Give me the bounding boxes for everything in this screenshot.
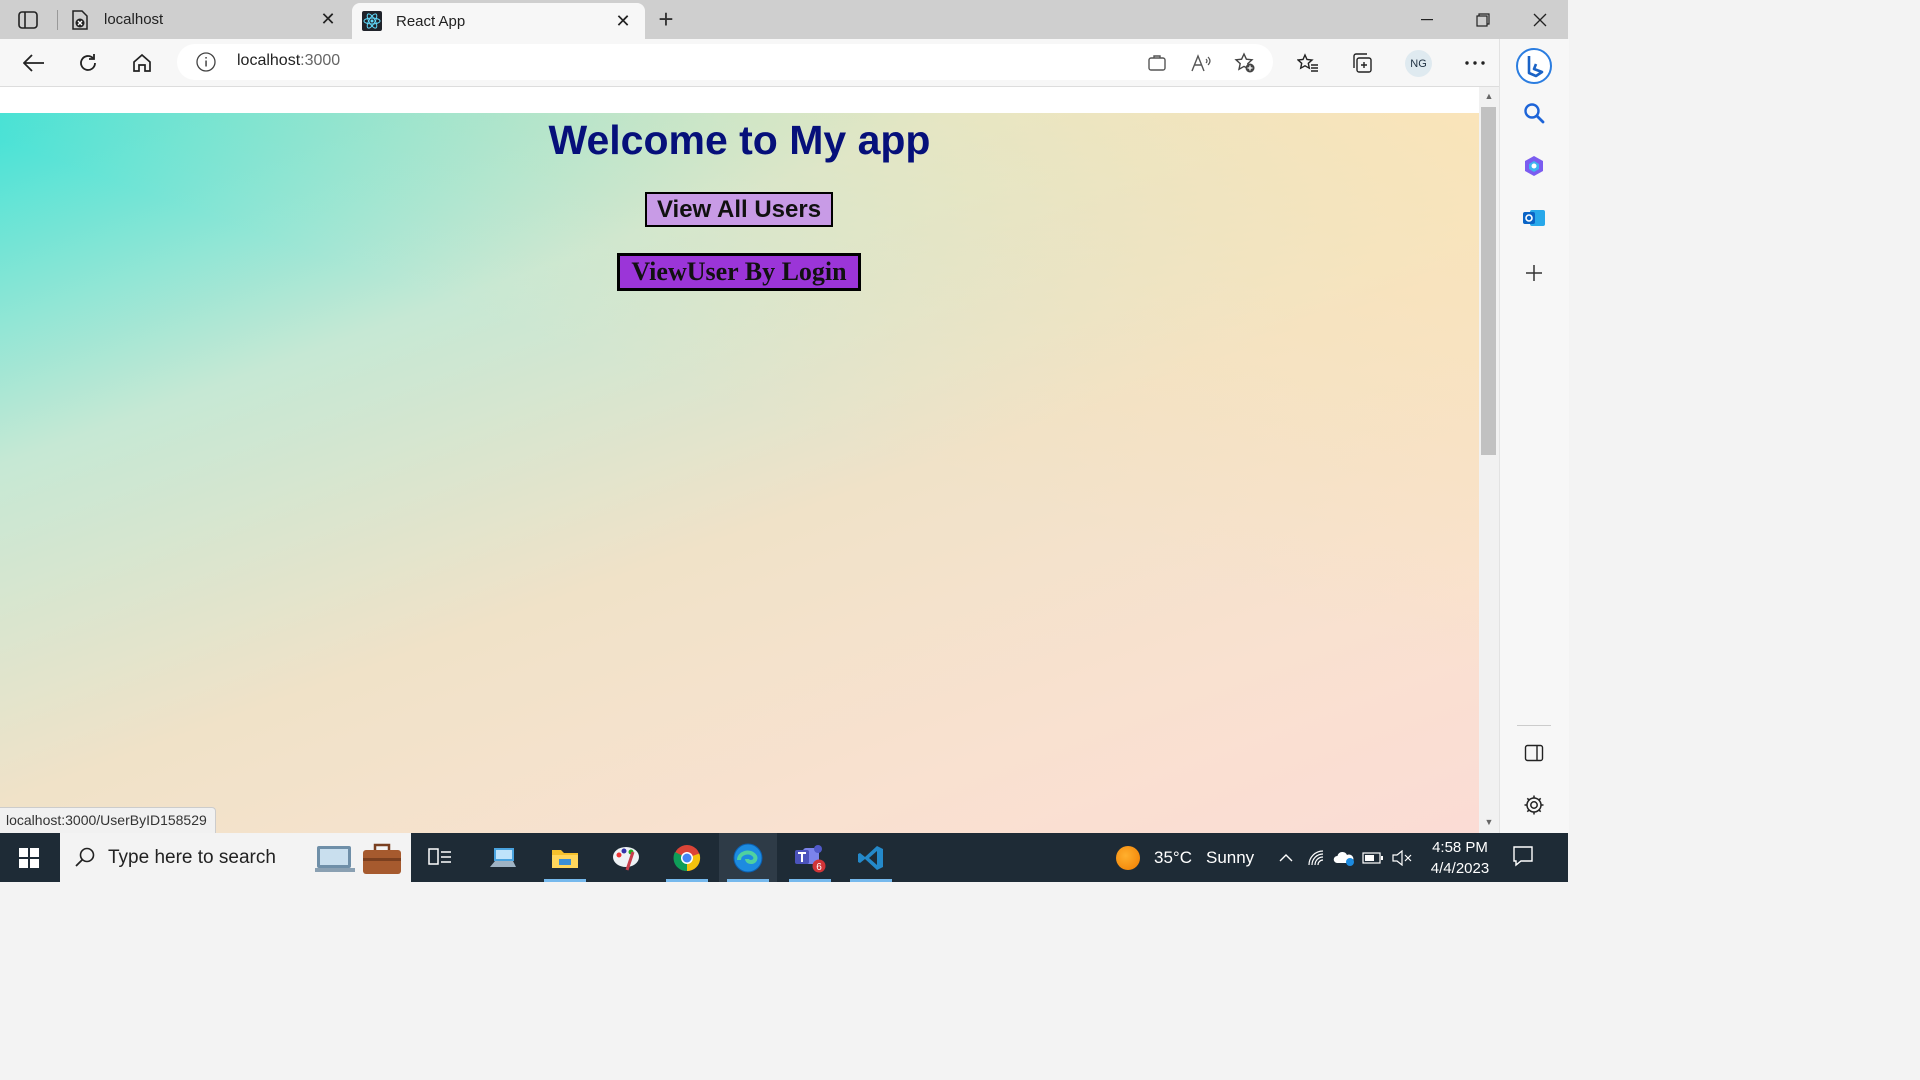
scrollbar-thumb[interactable] bbox=[1481, 107, 1496, 455]
tab-title: localhost bbox=[104, 11, 164, 28]
weather-widget[interactable]: 35°C Sunny bbox=[1116, 833, 1254, 882]
close-tab-icon[interactable]: ✕ bbox=[316, 8, 340, 32]
url-text[interactable]: localhost:3000 bbox=[237, 52, 340, 70]
collections-icon[interactable] bbox=[1347, 49, 1377, 77]
clock-time: 4:58 PM bbox=[1432, 839, 1488, 856]
teams-badge-count: 6 bbox=[816, 862, 822, 873]
office-icon[interactable] bbox=[1519, 151, 1549, 181]
sunny-weather-icon bbox=[1116, 845, 1140, 870]
page-error-icon bbox=[70, 9, 90, 30]
tab-separator bbox=[57, 10, 58, 30]
more-options-icon[interactable] bbox=[1460, 49, 1490, 77]
vscode-icon[interactable] bbox=[842, 833, 900, 882]
tab-localhost[interactable]: localhost ✕ bbox=[60, 0, 350, 39]
task-view-icon[interactable] bbox=[411, 833, 469, 882]
tab-actions-icon[interactable] bbox=[14, 8, 42, 32]
laptop-app-icon[interactable] bbox=[474, 833, 532, 882]
close-window-icon[interactable] bbox=[1512, 0, 1568, 39]
url-port: :3000 bbox=[300, 52, 341, 69]
weather-condition: Sunny bbox=[1205, 847, 1255, 867]
browser-toolbar: localhost:3000 NG bbox=[0, 39, 1568, 87]
search-icon bbox=[74, 846, 96, 873]
edge-icon[interactable] bbox=[719, 833, 777, 882]
minimize-icon[interactable] bbox=[1399, 0, 1455, 39]
back-icon[interactable] bbox=[19, 49, 49, 77]
weather-temperature: 35°C bbox=[1154, 847, 1192, 867]
scroll-up-icon[interactable]: ▲ bbox=[1479, 91, 1499, 105]
react-logo-icon bbox=[362, 11, 382, 31]
page-heading: Welcome to My app bbox=[548, 117, 931, 163]
profile-avatar[interactable]: NG bbox=[1405, 50, 1432, 77]
clock-date: 4/4/2023 bbox=[1430, 860, 1490, 877]
view-user-by-login-button[interactable]: ViewUser By Login bbox=[617, 253, 861, 291]
onedrive-icon[interactable] bbox=[1329, 833, 1359, 882]
url-host: localhost bbox=[237, 52, 301, 69]
hide-sidebar-icon[interactable] bbox=[1519, 738, 1549, 768]
add-sidebar-app-icon[interactable] bbox=[1519, 258, 1549, 288]
tab-title: React App bbox=[396, 12, 466, 30]
taskbar-clock[interactable]: 4:58 PM 4/4/2023 bbox=[1418, 837, 1502, 879]
vertical-scrollbar[interactable]: ▲ ▼ bbox=[1479, 87, 1499, 833]
volume-muted-icon[interactable] bbox=[1387, 833, 1417, 882]
search-icon[interactable] bbox=[1519, 98, 1549, 128]
new-tab-icon[interactable]: + bbox=[652, 6, 680, 34]
page-viewport: Welcome to My app View All Users ViewUse… bbox=[0, 87, 1479, 833]
scroll-down-icon[interactable]: ▼ bbox=[1479, 817, 1499, 831]
settings-gear-icon[interactable] bbox=[1519, 790, 1549, 820]
wifi-icon[interactable] bbox=[1301, 833, 1331, 882]
paint-app-icon[interactable] bbox=[597, 833, 655, 882]
search-highlight-illustration-icon bbox=[315, 838, 405, 878]
app-available-icon[interactable] bbox=[1146, 52, 1168, 74]
sidebar-divider bbox=[1517, 725, 1551, 726]
tab-strip: localhost ✕ React App ✕ + bbox=[0, 0, 1568, 39]
link-status-bar: localhost:3000/UserByID158529 bbox=[0, 807, 216, 833]
outlook-icon[interactable] bbox=[1519, 203, 1549, 233]
refresh-icon[interactable] bbox=[73, 49, 103, 77]
view-all-users-button[interactable]: View All Users bbox=[645, 192, 833, 227]
bing-chat-icon[interactable] bbox=[1515, 47, 1553, 85]
taskbar-search-box[interactable]: Type here to search bbox=[60, 833, 411, 882]
address-bar[interactable]: localhost:3000 bbox=[177, 44, 1273, 80]
favorites-icon[interactable] bbox=[1293, 49, 1323, 77]
home-icon[interactable] bbox=[127, 49, 157, 77]
edge-sidebar bbox=[1499, 39, 1569, 833]
read-aloud-icon[interactable] bbox=[1190, 52, 1212, 74]
add-favorite-icon[interactable] bbox=[1234, 52, 1256, 74]
notifications-icon[interactable] bbox=[1512, 845, 1534, 872]
close-tab-icon[interactable]: ✕ bbox=[611, 9, 635, 33]
show-hidden-icons-chevron-icon[interactable] bbox=[1271, 833, 1301, 882]
battery-icon[interactable] bbox=[1358, 833, 1388, 882]
site-info-icon[interactable] bbox=[195, 51, 217, 73]
chrome-icon[interactable] bbox=[658, 833, 716, 882]
teams-icon[interactable]: 6 bbox=[781, 833, 839, 882]
windows-start-icon[interactable] bbox=[0, 833, 58, 882]
search-placeholder: Type here to search bbox=[108, 847, 276, 868]
tab-react-app[interactable]: React App ✕ bbox=[352, 3, 645, 39]
file-explorer-icon[interactable] bbox=[536, 833, 594, 882]
windows-taskbar: Type here to search 6 35°C Sunny 4:58 PM… bbox=[0, 833, 1568, 882]
restore-icon[interactable] bbox=[1455, 0, 1511, 39]
